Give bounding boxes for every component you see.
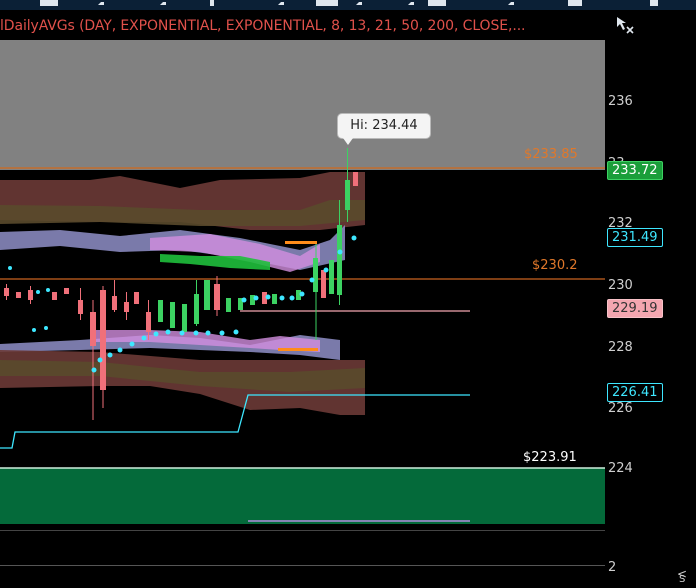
level-label-230-2: $230.2 <box>532 258 578 273</box>
high-price-tooltip: Hi: 234.44 <box>337 113 431 145</box>
lower-orange-mark <box>278 348 318 351</box>
lower-pane-divider <box>0 565 605 566</box>
axis-tick-lower: 2 <box>608 560 617 575</box>
grey-zone <box>0 40 605 170</box>
axis-tick-228: 228 <box>608 340 633 355</box>
price-badge-last: 233.72 <box>607 161 663 180</box>
axis-tick-226: 226 <box>608 401 633 416</box>
lower-study-pane[interactable] <box>0 530 605 588</box>
price-axis[interactable]: 236 23 232 230 228 226 224 2 233.72 231.… <box>605 0 696 587</box>
upper-orange-mark <box>285 241 317 244</box>
axis-tick-236: 236 <box>608 94 633 109</box>
price-badge-pink: 229.19 <box>607 299 663 318</box>
study-title[interactable]: lDailyAVGs (DAY, EXPONENTIAL, EXPONENTIA… <box>0 15 526 37</box>
level-label-223-91: $223.91 <box>523 450 577 465</box>
axis-tick-230: 230 <box>608 278 633 293</box>
price-chart[interactable] <box>0 0 605 587</box>
axis-tick-224: 224 <box>608 461 633 476</box>
green-zone <box>0 468 605 524</box>
axis-corner-label: S <box>679 574 686 585</box>
level-label-233-85: $233.85 <box>524 147 578 162</box>
price-badge-upper-cyan: 231.49 <box>607 228 663 247</box>
price-badge-lower-cyan: 226.41 <box>607 383 663 402</box>
